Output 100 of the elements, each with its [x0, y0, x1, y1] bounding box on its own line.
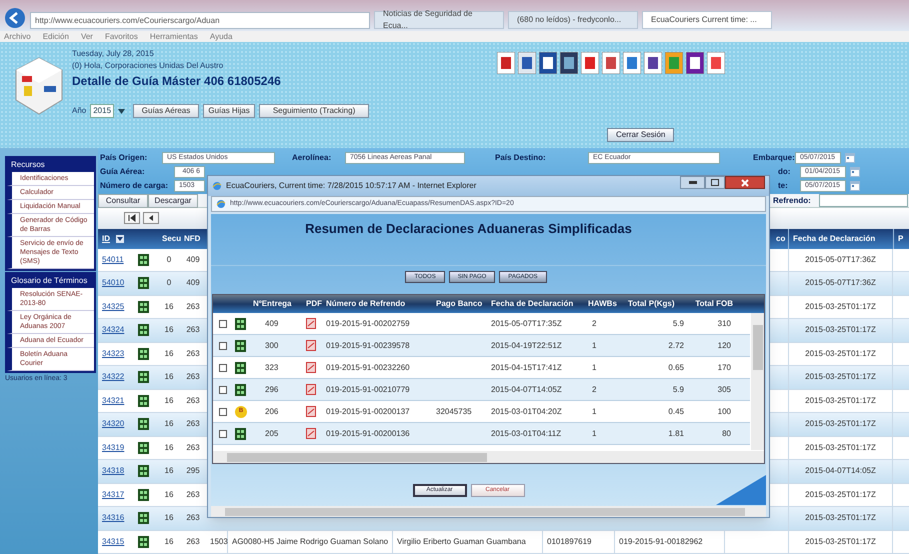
grid-icon[interactable]: [235, 384, 247, 396]
maximize-icon: [711, 179, 719, 186]
horizontal-scrollbar[interactable]: [213, 451, 764, 463]
calendar-icon[interactable]: [845, 153, 855, 163]
column-header[interactable]: ID: [98, 228, 138, 248]
logout-button[interactable]: Cerrar Sesión: [607, 128, 674, 142]
column-header[interactable]: Secu: [158, 228, 180, 248]
column-header[interactable]: HAWBs: [588, 298, 628, 310]
site-logo-icon[interactable]: [581, 52, 599, 74]
grid-icon[interactable]: [235, 362, 247, 374]
grid-icon[interactable]: [138, 254, 150, 266]
id-link[interactable]: 34322: [98, 371, 138, 384]
column-header[interactable]: Número de Refrendo: [326, 298, 436, 310]
site-logo-icon[interactable]: [644, 52, 662, 74]
action-button[interactable]: Consultar: [98, 194, 148, 208]
grid-icon[interactable]: [138, 348, 150, 360]
menu-item[interactable]: Herramientas: [150, 30, 198, 42]
site-logo-icon[interactable]: [623, 52, 641, 74]
site-logo-icon[interactable]: [539, 52, 557, 74]
table-cell-text: 263: [185, 418, 201, 430]
close-button[interactable]: [725, 176, 765, 189]
checkbox[interactable]: [219, 386, 227, 394]
column-header[interactable]: Pago Banco: [436, 298, 491, 310]
column-header[interactable]: Fecha de Declaración: [491, 298, 588, 310]
column-header[interactable]: NFD: [180, 228, 206, 248]
menu-item[interactable]: Favoritos: [104, 30, 138, 42]
grid-icon[interactable]: [138, 536, 150, 548]
first-page-icon[interactable]: [124, 212, 140, 224]
browser-tab[interactable]: EcuaCouriers Current time: ...: [642, 11, 772, 29]
nav-button[interactable]: Guías Hijas: [203, 104, 256, 118]
grid-icon[interactable]: [138, 465, 150, 478]
calendar-icon[interactable]: [850, 181, 860, 191]
grid-icon[interactable]: [138, 394, 150, 407]
address-bar[interactable]: http://www.ecuacouriers.com/eCourierscargo/Aduan: [30, 12, 370, 29]
maximize-button[interactable]: [705, 176, 725, 189]
id-link[interactable]: 54011: [98, 254, 138, 266]
column-header[interactable]: PDF: [306, 298, 326, 310]
site-logo-icon[interactable]: [560, 52, 578, 74]
grid-icon[interactable]: [138, 371, 150, 384]
id-link[interactable]: 34325: [98, 300, 138, 313]
id-link[interactable]: 34317: [98, 488, 138, 501]
vertical-scrollbar[interactable]: [751, 313, 764, 450]
id-link[interactable]: 54010: [98, 277, 138, 290]
grid-icon[interactable]: [138, 488, 150, 501]
checkbox[interactable]: [219, 408, 227, 416]
column-header[interactable]: co: [772, 228, 788, 248]
menu-item[interactable]: Edición: [42, 30, 69, 42]
menu-item[interactable]: Archivo: [4, 30, 31, 42]
grid-icon[interactable]: [138, 418, 150, 430]
id-link[interactable]: 34324: [98, 324, 138, 336]
browser-tab[interactable]: (680 no leídos) - fredyconlo...: [508, 11, 638, 29]
id-link[interactable]: 34318: [98, 465, 138, 478]
checkbox[interactable]: [219, 430, 227, 438]
table-cell-text: 16: [164, 442, 174, 454]
menu-item[interactable]: Ver: [80, 30, 93, 42]
table-cell-text: 0.65: [667, 362, 685, 374]
id-link[interactable]: 34315: [98, 536, 138, 548]
site-logo-icon[interactable]: [497, 52, 515, 74]
browser-tab[interactable]: Noticias de Seguridad de Ecua...: [374, 11, 504, 29]
table-cell-text: 5.9: [672, 384, 685, 396]
popup-heading: Resumen de Declaraciones Aduaneras Simplificadas: [211, 214, 766, 266]
grid-icon[interactable]: [138, 300, 150, 313]
id-link[interactable]: 34316: [98, 512, 138, 524]
nav-button[interactable]: Guías Aéreas: [133, 104, 200, 118]
table-cell-text: 263: [185, 324, 201, 336]
id-link[interactable]: 34321: [98, 394, 138, 407]
grid-icon[interactable]: [138, 324, 150, 336]
site-logo-icon[interactable]: [707, 52, 725, 74]
nav-button[interactable]: Seguimiento (Tracking): [259, 104, 370, 118]
action-button[interactable]: Descargar: [148, 194, 198, 208]
id-link[interactable]: 34323: [98, 348, 138, 360]
year-select[interactable]: 2015: [90, 104, 114, 118]
column-header[interactable]: Total FOB: [686, 298, 733, 310]
sort-icon[interactable]: [116, 234, 124, 242]
grid-icon[interactable]: [138, 277, 150, 290]
horizontal-scrollbar[interactable]: [211, 506, 766, 517]
grid-icon[interactable]: [235, 428, 247, 440]
window-title: EcuaCouriers, Current time: 7/28/2015 10:57:17 AM - Internet Explorer: [226, 180, 476, 192]
menu-item[interactable]: Ayuda: [210, 30, 232, 42]
grid-icon[interactable]: [138, 442, 150, 454]
previous-page-icon[interactable]: [143, 212, 159, 224]
back-icon[interactable]: [4, 7, 26, 29]
refrendo-field[interactable]: [819, 194, 908, 207]
checkbox[interactable]: [219, 364, 227, 372]
site-logo-icon[interactable]: [602, 52, 620, 74]
site-logo-icon[interactable]: [518, 52, 536, 74]
table-cell-text: 2015-04-15T17:41Z: [491, 362, 563, 374]
grid-icon[interactable]: [235, 340, 247, 352]
id-link[interactable]: 34320: [98, 418, 138, 430]
grid-icon[interactable]: [235, 318, 247, 330]
table-row[interactable]: 34315 16 263 1503 AG0080-H5 Jaime Rodrigo Guaman Solano Virgilio Eriberto Guaman Guambana 0101897619 019-2015-91-00182962 2015-03-25T01:17Z: [98, 530, 909, 554]
checkbox[interactable]: [219, 342, 227, 350]
grid-icon[interactable]: [138, 512, 150, 524]
column-header[interactable]: NºEntrega: [253, 298, 306, 310]
minimize-button[interactable]: [680, 176, 705, 189]
calendar-icon[interactable]: [850, 167, 860, 177]
id-link[interactable]: 34319: [98, 442, 138, 454]
site-logo-icon[interactable]: [686, 52, 704, 74]
column-header[interactable]: Total P(Kgs): [628, 298, 686, 310]
checkbox[interactable]: [219, 320, 227, 328]
